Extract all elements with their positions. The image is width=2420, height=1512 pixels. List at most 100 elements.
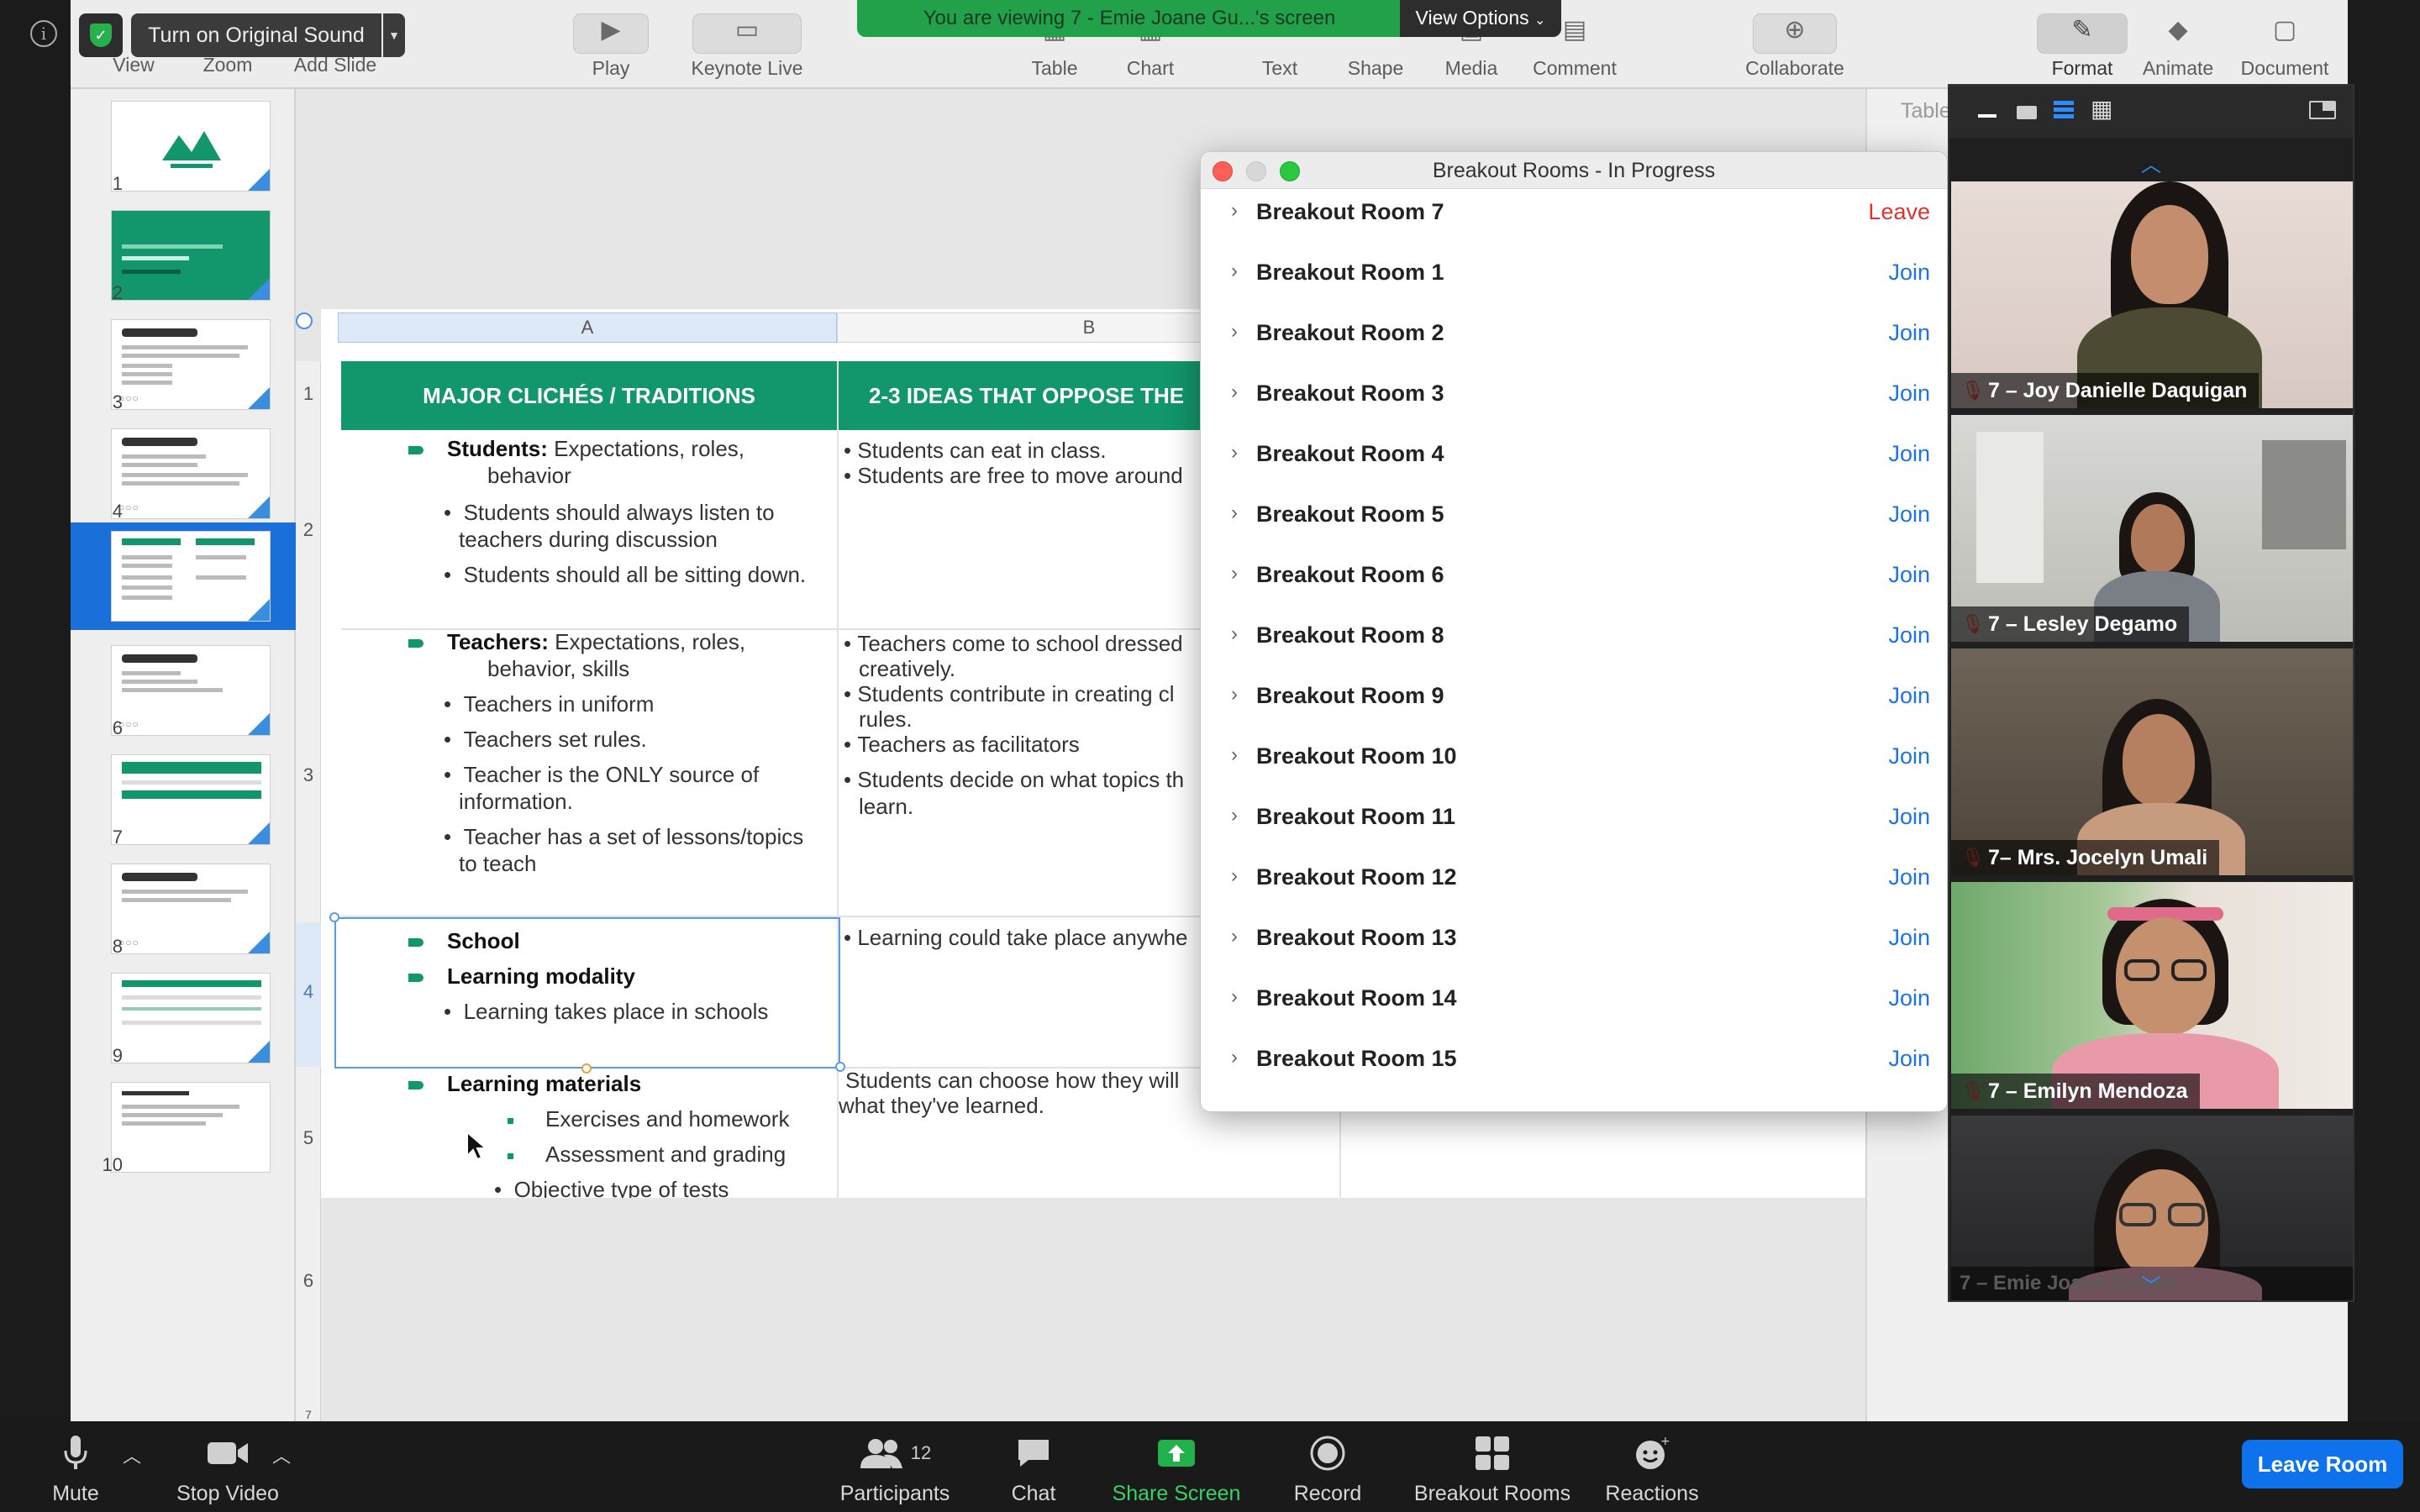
cell-bullet[interactable]: • Teacher is the ONLY source of <box>444 761 759 789</box>
view-options-button[interactable]: View Options ⌄ <box>1400 0 1561 37</box>
chevron-right-icon[interactable]: › <box>1231 804 1238 827</box>
mute-button[interactable]: Mute <box>34 1430 118 1506</box>
breakout-room-row[interactable]: › Breakout Room 13 Join <box>1201 915 1947 975</box>
join-room-link[interactable]: Join <box>1888 381 1930 407</box>
row-header[interactable]: 1 <box>296 383 321 405</box>
popout-icon[interactable] <box>2309 101 2336 119</box>
cell-bullet[interactable]: • Teachers come to school dressed <box>844 630 1183 658</box>
cell-bullet[interactable]: Exercises and homework <box>508 1105 789 1133</box>
breakout-room-row[interactable]: › Breakout Room 1 Join <box>1201 249 1947 310</box>
chevron-right-icon[interactable]: › <box>1231 1046 1238 1069</box>
column-header-a[interactable]: A <box>338 312 837 343</box>
slide-thumbnail[interactable]: 7 <box>71 746 296 853</box>
join-room-link[interactable]: Join <box>1888 320 1930 346</box>
original-sound-button[interactable]: Turn on Original Sound <box>131 13 381 57</box>
slide-thumbnail[interactable]: 1 <box>71 92 296 200</box>
cell-bullet[interactable]: • Teachers set rules. <box>444 726 647 753</box>
participant-tile[interactable]: 🎙︎ 7 – Joy Danielle Daquigan <box>1951 181 2353 408</box>
join-room-link[interactable]: Join <box>1888 441 1930 467</box>
cell-text[interactable]: rules. <box>859 706 913 733</box>
chevron-right-icon[interactable]: › <box>1231 864 1238 888</box>
play-button[interactable]: ▶ Play <box>573 8 649 80</box>
cell-text[interactable]: behavior, skills <box>487 655 629 683</box>
chevron-right-icon[interactable]: › <box>1231 562 1238 585</box>
row-header[interactable]: 3 <box>296 764 321 786</box>
cell-text[interactable]: behavior <box>487 462 571 490</box>
breakout-rooms-button[interactable]: Breakout Rooms <box>1408 1430 1576 1506</box>
keynote-live-button[interactable]: ▭ Keynote Live <box>659 8 835 80</box>
join-room-link[interactable]: Join <box>1888 743 1930 769</box>
video-options-chevron-icon[interactable]: ︿ <box>272 1441 291 1468</box>
join-room-link[interactable]: Join <box>1888 562 1930 588</box>
cell-bullet[interactable]: • Objective type of tests <box>494 1176 729 1198</box>
breakout-room-row[interactable]: › Breakout Room 8 Join <box>1201 612 1947 673</box>
leave-room-link[interactable]: Leave <box>1868 199 1930 225</box>
speaker-view-icon[interactable] <box>2017 106 2037 119</box>
document-button[interactable]: ▢ Document <box>2230 8 2339 80</box>
participant-tile[interactable]: 7 – Emie Joane Guinto ﹀ <box>1951 1116 2353 1300</box>
table-cell-text[interactable]: Learning materials <box>408 1070 641 1098</box>
chevron-right-icon[interactable]: › <box>1231 743 1238 767</box>
resize-handle[interactable] <box>329 912 339 922</box>
strip-view-icon[interactable] <box>2054 101 2074 119</box>
format-button[interactable]: ✎ Format <box>2037 8 2128 80</box>
info-icon[interactable]: i <box>30 20 57 47</box>
join-room-link[interactable]: Join <box>1888 864 1930 890</box>
breakout-room-row[interactable]: › Breakout Room 7 Leave <box>1201 189 1947 249</box>
breakout-room-row[interactable]: › Breakout Room 11 Join <box>1201 794 1947 854</box>
participants-button[interactable]: 12 Participants <box>832 1430 958 1506</box>
scroll-up-icon[interactable]: ︿ <box>2141 148 2161 177</box>
join-room-link[interactable]: Join <box>1888 804 1930 830</box>
slide-thumbnail[interactable]: 10 <box>71 1074 296 1181</box>
join-room-link[interactable]: Join <box>1888 985 1930 1011</box>
slide-thumbnail[interactable]: ○○○ 3 <box>71 311 296 418</box>
participant-tile[interactable]: 🎙︎ 7 – Lesley Degamo <box>1951 415 2353 642</box>
table-cell-text[interactable]: Teachers: Expectations, roles, <box>408 628 745 656</box>
security-shield-icon[interactable]: ✓ <box>79 13 123 57</box>
cell-bullet[interactable]: Assessment and grading <box>508 1141 786 1168</box>
slide-thumbnail[interactable]: ○○○ 8 <box>71 855 296 963</box>
chevron-right-icon[interactable]: › <box>1231 199 1238 223</box>
record-button[interactable]: Record <box>1286 1430 1370 1506</box>
share-screen-button[interactable]: Share Screen <box>1101 1430 1252 1506</box>
join-room-link[interactable]: Join <box>1888 925 1930 951</box>
chevron-down-icon[interactable]: ▼ <box>383 13 405 57</box>
breakout-room-row[interactable]: › Breakout Room 12 Join <box>1201 854 1947 915</box>
breakout-room-row[interactable]: › Breakout Room 14 Join <box>1201 975 1947 1036</box>
cell-bullet[interactable]: • Students decide on what topics th <box>844 766 1184 794</box>
minimize-window-icon[interactable] <box>1246 161 1266 181</box>
breakout-room-row[interactable]: › Breakout Room 9 Join <box>1201 673 1947 733</box>
join-room-link[interactable]: Join <box>1888 260 1930 286</box>
row-header[interactable]: 7 <box>296 1408 321 1421</box>
breakout-room-row[interactable]: › Breakout Room 3 Join <box>1201 370 1947 431</box>
cell-bullet[interactable]: • Students are free to move around <box>844 462 1183 490</box>
breakout-room-row[interactable]: › Breakout Room 2 Join <box>1201 310 1947 370</box>
slide-thumbnail-selected[interactable]: 5 <box>71 522 296 630</box>
cell-bullet[interactable]: • Students contribute in creating cl <box>844 680 1175 708</box>
breakout-room-row[interactable]: › Breakout Room 4 Join <box>1201 431 1947 491</box>
animate-button[interactable]: ◆ Animate <box>2133 8 2223 80</box>
slide-thumbnail[interactable]: 9 <box>71 964 296 1072</box>
chevron-right-icon[interactable]: › <box>1231 320 1238 344</box>
chevron-right-icon[interactable]: › <box>1231 622 1238 646</box>
table-cell-text[interactable]: Learning modality <box>408 963 635 990</box>
chevron-right-icon[interactable]: › <box>1231 985 1238 1009</box>
inspector-tab-table[interactable]: Table <box>1901 99 1951 123</box>
maximize-window-icon[interactable] <box>1280 161 1300 181</box>
cell-text[interactable]: creatively. <box>859 655 955 683</box>
breakout-room-row[interactable]: › Breakout Room 10 Join <box>1201 733 1947 794</box>
scroll-down-icon[interactable]: ﹀ <box>2141 1269 2161 1299</box>
table-cell-text[interactable]: School <box>408 927 520 955</box>
cell-bullet[interactable]: • Students should all be sitting down. <box>444 561 806 589</box>
join-room-link[interactable]: Join <box>1888 622 1930 648</box>
table-header-a[interactable]: MAJOR CLICHÉS / TRADITIONS <box>341 361 837 430</box>
row-header[interactable]: 5 <box>296 1127 321 1149</box>
chevron-right-icon[interactable]: › <box>1231 501 1238 525</box>
slide-thumbnail[interactable]: ○○○ 6 <box>71 637 296 744</box>
cell-text[interactable]: learn. <box>859 793 913 821</box>
chevron-right-icon[interactable]: › <box>1231 683 1238 706</box>
table-handle-icon[interactable] <box>296 312 313 329</box>
collaborate-button[interactable]: ⊕ Collaborate <box>1728 8 1862 80</box>
chevron-right-icon[interactable]: › <box>1231 441 1238 465</box>
gallery-view-icon[interactable]: ▦ <box>2091 97 2112 121</box>
